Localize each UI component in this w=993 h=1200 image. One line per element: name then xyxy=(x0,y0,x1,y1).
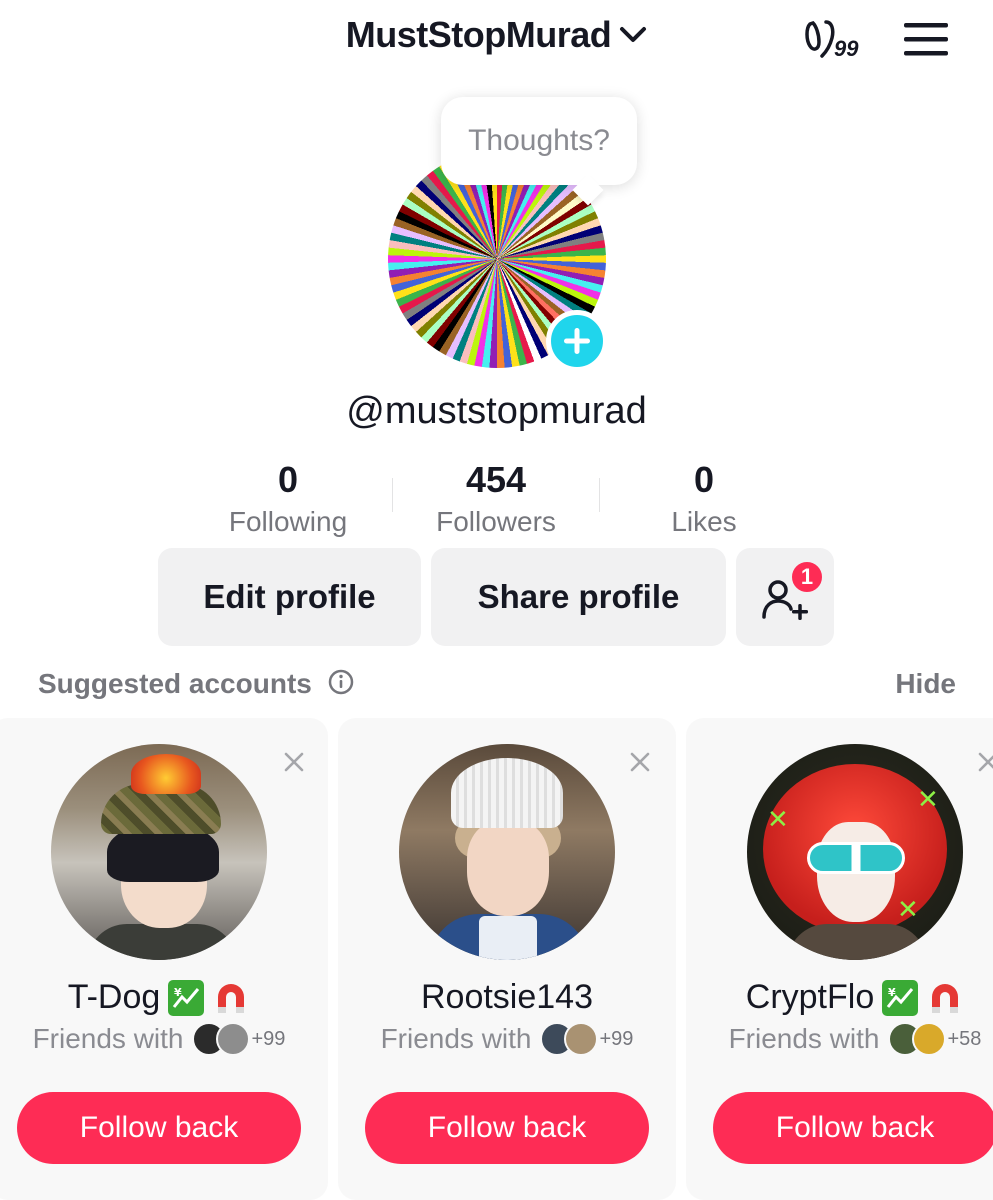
creator-badge-count: 99 xyxy=(834,36,859,61)
mutual-friends-row: Friends with +99 xyxy=(338,1022,676,1056)
friend-request-badge: 1 xyxy=(790,560,824,594)
stat-label: Followers xyxy=(436,506,556,537)
account-name[interactable]: MustStopMurad xyxy=(346,14,612,56)
magnet-icon xyxy=(212,979,250,1017)
thoughts-bubble[interactable]: Thoughts? xyxy=(441,97,637,206)
stat-value: 0 xyxy=(693,459,715,500)
mutual-count: +99 xyxy=(251,1027,286,1050)
close-icon[interactable] xyxy=(276,744,312,780)
chart-yen-icon: ¥ xyxy=(882,979,919,1016)
suggested-avatar[interactable] xyxy=(399,744,615,960)
follow-back-button[interactable]: Follow back xyxy=(365,1092,649,1164)
follow-back-button[interactable]: Follow back xyxy=(713,1092,993,1164)
avatar-figure xyxy=(451,758,563,828)
suggested-name-row: T-Dog ¥ xyxy=(0,978,328,1017)
sparkle-icon: ✕ xyxy=(767,804,789,834)
thoughts-text[interactable]: Thoughts? xyxy=(468,124,610,158)
stat-likes[interactable]: 0 Likes xyxy=(600,458,808,540)
divider xyxy=(392,478,393,512)
top-bar: MustStopMurad 99 xyxy=(0,0,993,80)
mutual-avatars: +99 xyxy=(539,1022,634,1056)
suggested-card[interactable]: Rootsie143 Friends with +99 Follow back xyxy=(338,718,676,1200)
sparkle-icon: ✕ xyxy=(917,784,939,814)
mutual-friends-row: Friends with +58 xyxy=(686,1022,993,1056)
mutual-avatars: +99 xyxy=(191,1022,286,1056)
close-icon[interactable] xyxy=(970,744,993,780)
suggested-card[interactable]: T-Dog ¥ Friends with +99 Follow back xyxy=(0,718,328,1200)
mini-avatar xyxy=(215,1022,250,1056)
suggested-name-row: CryptFlo ¥ xyxy=(686,978,993,1017)
follow-back-button[interactable]: Follow back xyxy=(17,1092,301,1164)
suggested-name: Rootsie143 xyxy=(420,978,593,1016)
sparkle-icon: ✕ xyxy=(897,894,919,924)
svg-text:¥: ¥ xyxy=(174,986,182,999)
add-avatar-button[interactable] xyxy=(546,310,608,372)
friends-with-label: Friends with xyxy=(380,1023,532,1054)
avatar-figure xyxy=(467,820,549,916)
info-icon[interactable] xyxy=(328,669,354,700)
mini-avatar xyxy=(911,1022,946,1056)
suggested-avatar[interactable]: ✕ ✕ ✕ xyxy=(747,744,963,960)
mutual-count: +99 xyxy=(599,1027,634,1050)
suggested-header: Suggested accounts Hide xyxy=(38,664,956,704)
friends-with-label: Friends with xyxy=(728,1023,880,1054)
avatar-figure xyxy=(479,916,537,960)
chart-yen-icon: ¥ xyxy=(168,979,205,1016)
hamburger-menu-icon xyxy=(904,23,948,56)
magnet-icon xyxy=(926,979,964,1017)
suggested-title: Suggested accounts xyxy=(38,668,312,699)
profile-handle: @muststopmurad xyxy=(346,390,647,432)
plus-icon xyxy=(564,328,590,354)
suggested-card[interactable]: ✕ ✕ ✕ CryptFlo ¥ Friends with +58 Follow… xyxy=(686,718,993,1200)
profile-stats: 0 Following 454 Followers 0 Likes xyxy=(184,458,808,540)
hide-suggestions-button[interactable]: Hide xyxy=(895,668,956,700)
mini-avatar xyxy=(563,1022,598,1056)
stat-label: Following xyxy=(228,506,348,537)
avatar-figure xyxy=(87,924,237,960)
suggested-name-row: Rootsie143 xyxy=(338,978,676,1017)
edit-profile-button[interactable]: Edit profile xyxy=(158,548,421,646)
stat-value: 0 xyxy=(277,459,299,500)
creator-tools-button[interactable]: 99 xyxy=(800,18,872,62)
suggested-avatar[interactable] xyxy=(51,744,267,960)
close-icon[interactable] xyxy=(622,744,658,780)
stat-following[interactable]: 0 Following xyxy=(184,458,392,540)
mutual-count: +58 xyxy=(947,1027,982,1050)
stat-followers[interactable]: 454 Followers xyxy=(392,458,600,540)
suggested-name: T-Dog xyxy=(67,978,161,1016)
menu-button[interactable] xyxy=(898,14,954,64)
svg-text:¥: ¥ xyxy=(888,986,896,999)
add-friends-button[interactable]: 1 xyxy=(736,548,834,646)
stat-value: 454 xyxy=(465,459,527,500)
mutual-friends-row: Friends with +99 xyxy=(0,1022,328,1056)
mutual-avatars: +58 xyxy=(887,1022,982,1056)
friends-with-label: Friends with xyxy=(32,1023,184,1054)
suggested-name: CryptFlo xyxy=(745,978,875,1016)
chevron-down-icon[interactable] xyxy=(619,26,647,49)
share-profile-button[interactable]: Share profile xyxy=(431,548,726,646)
avatar-figure xyxy=(131,754,201,794)
avatar-figure xyxy=(787,924,927,960)
avatar-figure xyxy=(807,842,905,874)
stat-label: Likes xyxy=(671,506,737,537)
